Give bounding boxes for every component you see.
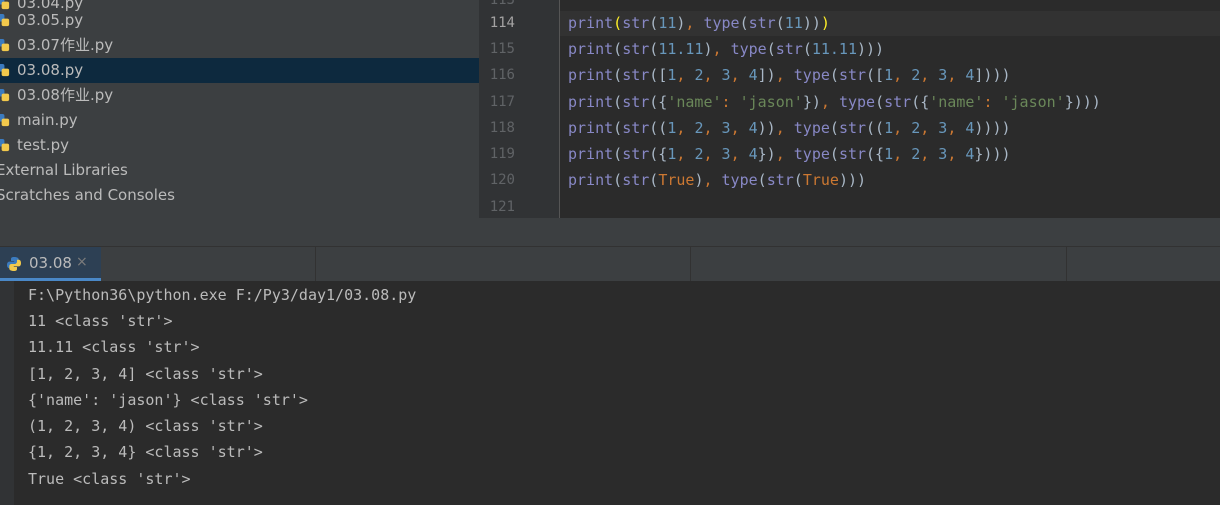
tree-item-label: 03.08.py (17, 61, 84, 79)
line-number: 120 (489, 172, 515, 188)
console-line: [1, 2, 3, 4] <class 'str'> (28, 365, 263, 383)
run-tab-label: 03.08 (29, 254, 72, 272)
tree-item-label: main.py (17, 111, 78, 129)
python-file-icon (0, 88, 10, 102)
tree-item-file-selected[interactable]: 03.08.py (0, 58, 479, 83)
project-tree-panel: 03.04.py 03.05.py 03.07作业.py 03.08.py 03… (0, 0, 479, 246)
tree-item-label: 03.08作业.py (17, 86, 114, 104)
python-file-icon (0, 113, 10, 127)
header-divider (1066, 247, 1067, 281)
console-line: F:\Python36\python.exe F:/Py3/day1/03.08… (28, 286, 417, 304)
tree-item-file[interactable]: 03.07作业.py (0, 33, 479, 58)
line-number: 121 (489, 199, 515, 215)
run-tab[interactable]: 03.08 × (0, 247, 101, 281)
line-number: 115 (489, 41, 515, 57)
run-console-output[interactable]: F:\Python36\python.exe F:/Py3/day1/03.08… (14, 281, 1220, 505)
tree-item-label: test.py (17, 136, 69, 154)
code-line[interactable]: print(str(True), type(str(True))) (568, 167, 866, 193)
console-line: True <class 'str'> (28, 470, 191, 488)
code-line[interactable]: print(str((1, 2, 3, 4)), type(str((1, 2,… (568, 115, 1011, 141)
line-number: 117 (489, 94, 515, 110)
code-line[interactable]: print(str({1, 2, 3, 4}), type(str({1, 2,… (568, 141, 1011, 167)
console-line: 11 <class 'str'> (28, 312, 173, 330)
console-gutter (0, 281, 14, 505)
run-toolwindow-header: 03.08 × (0, 246, 1220, 281)
python-file-icon (0, 38, 10, 52)
python-run-icon (7, 257, 21, 271)
header-divider (690, 247, 691, 281)
close-icon[interactable]: × (76, 254, 88, 270)
tree-item-file[interactable]: main.py (0, 108, 479, 133)
line-number: 118 (489, 120, 515, 136)
tree-item-label: 03.07作业.py (17, 36, 114, 54)
line-number: 119 (489, 146, 515, 162)
console-line: {1, 2, 3, 4} <class 'str'> (28, 443, 263, 461)
python-file-icon (0, 138, 10, 152)
console-line: {'name': 'jason'} <class 'str'> (28, 391, 308, 409)
line-number: 116 (489, 67, 515, 83)
line-number-current: 114 (489, 15, 515, 31)
code-line[interactable]: print(str([1, 2, 3, 4]), type(str([1, 2,… (568, 62, 1011, 88)
tree-item-file[interactable]: test.py (0, 133, 479, 158)
python-file-icon (0, 13, 10, 27)
code-line[interactable]: print(str({'name': 'jason'}), type(str({… (568, 89, 1101, 115)
tree-item-label: Scratches and Consoles (0, 186, 175, 204)
tree-item-label: External Libraries (0, 161, 128, 179)
tree-item-scratches[interactable]: Scratches and Consoles (0, 183, 479, 208)
code-editor[interactable]: 113 114 115 116 117 118 119 120 121 prin… (479, 0, 1220, 246)
console-line: (1, 2, 3, 4) <class 'str'> (28, 417, 263, 435)
python-file-icon (0, 63, 10, 77)
tree-item-label: 03.05.py (17, 11, 84, 29)
tree-item-external-libraries[interactable]: External Libraries (0, 158, 479, 183)
header-divider (315, 247, 316, 281)
line-number-gutter: 113 114 115 116 117 118 119 120 121 (479, 0, 559, 218)
tree-item-file[interactable]: 03.05.py (0, 8, 479, 33)
tree-item-file[interactable]: 03.08作业.py (0, 83, 479, 108)
editor-bottom-strip (479, 218, 1220, 246)
code-line[interactable]: print(str(11.11), type(str(11.11))) (568, 36, 884, 62)
code-line[interactable]: print(str(11), type(str(11))) (568, 10, 830, 36)
console-line: 11.11 <class 'str'> (28, 338, 200, 356)
